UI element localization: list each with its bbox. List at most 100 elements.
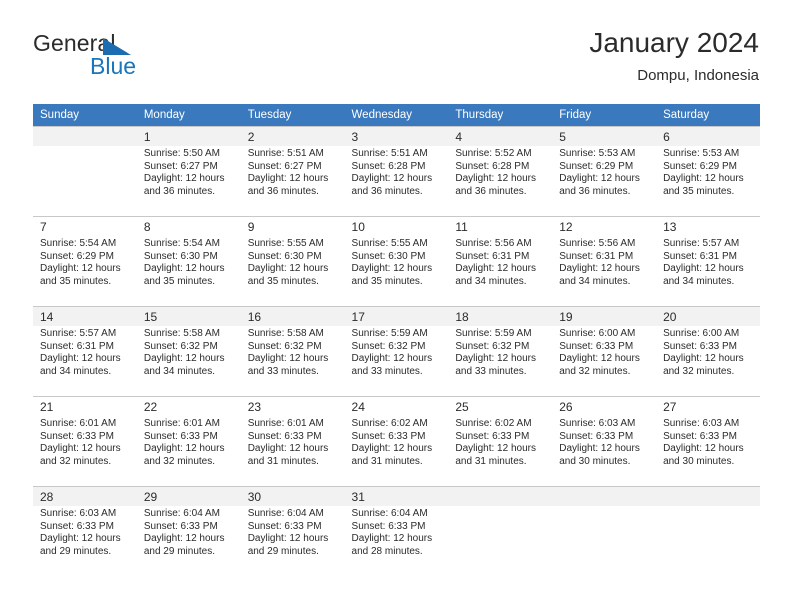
day-number: 28 bbox=[33, 487, 137, 506]
calendar-cell[interactable]: 29 Sunrise: 6:04 AM Sunset: 6:33 PM Dayligh… bbox=[136, 486, 241, 576]
calendar-cell-inner: 30 Sunrise: 6:04 AM Sunset: 6:33 PM Dayligh… bbox=[240, 486, 345, 576]
title-block: January 2024 Dompu, Indonesia bbox=[589, 26, 759, 87]
day-number: 5 bbox=[552, 127, 657, 146]
calendar-cell[interactable]: 1 Sunrise: 5:50 AM Sunset: 6:27 PM Daylight… bbox=[136, 126, 241, 216]
calendar-cell-inner: 1 Sunrise: 5:50 AM Sunset: 6:27 PM Daylight… bbox=[136, 126, 241, 216]
calendar-cell[interactable]: 11 Sunrise: 5:56 AM Sunset: 6:31 PM Dayligh… bbox=[448, 216, 553, 306]
calendar-cell[interactable]: 20 Sunrise: 6:00 AM Sunset: 6:33 PM Dayligh… bbox=[656, 306, 760, 396]
detail-sunset: Sunset: 6:33 PM bbox=[143, 430, 218, 442]
page-title: January 2024 bbox=[589, 27, 759, 58]
detail-daylight1: Daylight: 12 hours bbox=[247, 263, 329, 275]
calendar-cell[interactable]: 10 Sunrise: 5:55 AM Sunset: 6:30 PM Dayligh… bbox=[344, 216, 449, 306]
detail-sunset: Sunset: 6:33 PM bbox=[455, 430, 530, 442]
detail-daylight2: and 35 minutes. bbox=[663, 185, 735, 197]
detail-daylight1: Daylight: 12 hours bbox=[247, 443, 329, 455]
calendar-cell[interactable]: 22 Sunrise: 6:01 AM Sunset: 6:33 PM Dayligh… bbox=[136, 396, 241, 486]
calendar-cell[interactable]: 30 Sunrise: 6:04 AM Sunset: 6:33 PM Dayligh… bbox=[240, 486, 345, 576]
calendar-cell[interactable]: 12 Sunrise: 5:56 AM Sunset: 6:31 PM Dayligh… bbox=[552, 216, 657, 306]
sun-details: Sunrise: 6:00 AM Sunset: 6:33 PM Daylight:… bbox=[656, 326, 760, 378]
detail-sunrise: Sunrise: 5:51 AM bbox=[351, 148, 428, 159]
calendar-cell[interactable]: 6 Sunrise: 5:53 AM Sunset: 6:29 PM Daylight… bbox=[656, 126, 760, 216]
calendar-cell[interactable]: 16 Sunrise: 5:58 AM Sunset: 6:32 PM Dayligh… bbox=[240, 306, 345, 396]
calendar-cell-inner: 4 Sunrise: 5:52 AM Sunset: 6:28 PM Daylight… bbox=[448, 126, 553, 216]
sun-details: Sunrise: 6:01 AM Sunset: 6:33 PM Daylight:… bbox=[241, 416, 345, 468]
day-number: 30 bbox=[240, 487, 345, 506]
calendar-cell-inner: 7 Sunrise: 5:54 AM Sunset: 6:29 PM Daylight… bbox=[33, 216, 137, 306]
detail-daylight2: and 29 minutes. bbox=[40, 545, 112, 557]
detail-daylight2: and 36 minutes. bbox=[247, 185, 319, 197]
detail-sunset: Sunset: 6:29 PM bbox=[40, 250, 114, 262]
weekday-header-sunday: Sunday bbox=[33, 104, 137, 126]
calendar-cell[interactable]: 28 Sunrise: 6:03 AM Sunset: 6:33 PM Dayligh… bbox=[33, 486, 137, 576]
calendar-week-row: 21 Sunrise: 6:01 AM Sunset: 6:33 PM Dayligh… bbox=[33, 396, 760, 486]
calendar-cell-inner: 21 Sunrise: 6:01 AM Sunset: 6:33 PM Dayligh… bbox=[33, 396, 137, 486]
page-header: General Blue January 2024 Dompu, Indones… bbox=[33, 26, 759, 96]
brand-logo[interactable]: General Blue bbox=[33, 30, 253, 88]
calendar-cell[interactable]: 4 Sunrise: 5:52 AM Sunset: 6:28 PM Daylight… bbox=[448, 126, 553, 216]
day-number: 14 bbox=[33, 307, 137, 326]
calendar-cell[interactable]: 9 Sunrise: 5:55 AM Sunset: 6:30 PM Daylight… bbox=[240, 216, 345, 306]
calendar-week-row: 28 Sunrise: 6:03 AM Sunset: 6:33 PM Dayligh… bbox=[33, 486, 760, 576]
calendar-cell[interactable]: 5 Sunrise: 5:53 AM Sunset: 6:29 PM Daylight… bbox=[552, 126, 657, 216]
detail-sunrise: Sunrise: 5:59 AM bbox=[455, 328, 532, 339]
calendar-cell[interactable]: 14 Sunrise: 5:57 AM Sunset: 6:31 PM Dayligh… bbox=[33, 306, 137, 396]
day-number: 12 bbox=[552, 217, 657, 236]
calendar-cell[interactable]: 27 Sunrise: 6:03 AM Sunset: 6:33 PM Dayligh… bbox=[656, 396, 760, 486]
detail-daylight1: Daylight: 12 hours bbox=[351, 173, 433, 185]
detail-daylight1: Daylight: 12 hours bbox=[247, 173, 329, 185]
day-number: 15 bbox=[136, 307, 241, 326]
weekday-header-friday: Friday bbox=[552, 104, 657, 126]
sun-details: Sunrise: 5:59 AM Sunset: 6:32 PM Daylight:… bbox=[345, 326, 449, 378]
detail-daylight1: Daylight: 12 hours bbox=[559, 263, 640, 275]
calendar-cell[interactable]: 7 Sunrise: 5:54 AM Sunset: 6:29 PM Daylight… bbox=[33, 216, 137, 306]
detail-sunrise: Sunrise: 5:54 AM bbox=[40, 238, 117, 249]
calendar-cell[interactable]: 31 Sunrise: 6:04 AM Sunset: 6:33 PM Dayligh… bbox=[344, 486, 449, 576]
detail-daylight1: Daylight: 12 hours bbox=[40, 353, 121, 365]
calendar-cell[interactable]: 15 Sunrise: 5:58 AM Sunset: 6:32 PM Dayligh… bbox=[136, 306, 241, 396]
detail-daylight1: Daylight: 12 hours bbox=[247, 353, 329, 365]
detail-sunrise: Sunrise: 6:04 AM bbox=[143, 508, 220, 519]
detail-sunrise: Sunrise: 6:03 AM bbox=[559, 418, 636, 429]
calendar-cell-inner: 19 Sunrise: 6:00 AM Sunset: 6:33 PM Dayligh… bbox=[552, 306, 657, 396]
calendar-cell-inner: 14 Sunrise: 5:57 AM Sunset: 6:31 PM Dayligh… bbox=[33, 306, 137, 396]
detail-sunset: Sunset: 6:33 PM bbox=[247, 430, 322, 442]
detail-sunrise: Sunrise: 5:54 AM bbox=[143, 238, 220, 249]
calendar-cell[interactable]: 25 Sunrise: 6:02 AM Sunset: 6:33 PM Dayligh… bbox=[448, 396, 553, 486]
calendar-cell[interactable]: 18 Sunrise: 5:59 AM Sunset: 6:32 PM Dayligh… bbox=[448, 306, 553, 396]
detail-daylight2: and 34 minutes. bbox=[663, 275, 735, 287]
calendar-cell[interactable]: 2 Sunrise: 5:51 AM Sunset: 6:27 PM Daylight… bbox=[240, 126, 345, 216]
calendar-cell[interactable]: 17 Sunrise: 5:59 AM Sunset: 6:32 PM Dayligh… bbox=[344, 306, 449, 396]
calendar-cell-inner bbox=[552, 486, 657, 576]
calendar-cell-inner: 24 Sunrise: 6:02 AM Sunset: 6:33 PM Dayligh… bbox=[344, 396, 449, 486]
detail-sunset: Sunset: 6:31 PM bbox=[455, 250, 530, 262]
calendar-page: General Blue January 2024 Dompu, Indones… bbox=[0, 0, 792, 612]
calendar-cell-inner: 17 Sunrise: 5:59 AM Sunset: 6:32 PM Dayligh… bbox=[344, 306, 449, 396]
calendar-cell-inner: 26 Sunrise: 6:03 AM Sunset: 6:33 PM Dayligh… bbox=[552, 396, 657, 486]
detail-sunset: Sunset: 6:33 PM bbox=[663, 340, 737, 352]
calendar-cell-inner: 9 Sunrise: 5:55 AM Sunset: 6:30 PM Daylight… bbox=[240, 216, 345, 306]
detail-daylight1: Daylight: 12 hours bbox=[351, 443, 433, 455]
calendar-cell-inner: 22 Sunrise: 6:01 AM Sunset: 6:33 PM Dayligh… bbox=[136, 396, 241, 486]
detail-sunset: Sunset: 6:31 PM bbox=[663, 250, 737, 262]
detail-daylight1: Daylight: 12 hours bbox=[455, 173, 536, 185]
calendar-cell[interactable]: 23 Sunrise: 6:01 AM Sunset: 6:33 PM Dayligh… bbox=[240, 396, 345, 486]
calendar-cell[interactable]: 24 Sunrise: 6:02 AM Sunset: 6:33 PM Dayligh… bbox=[344, 396, 449, 486]
detail-daylight2: and 31 minutes. bbox=[247, 455, 319, 467]
detail-sunrise: Sunrise: 5:56 AM bbox=[559, 238, 636, 249]
sun-details: Sunrise: 5:52 AM Sunset: 6:28 PM Daylight:… bbox=[448, 146, 552, 198]
calendar-cell[interactable]: 26 Sunrise: 6:03 AM Sunset: 6:33 PM Dayligh… bbox=[552, 396, 657, 486]
calendar-cell-inner: 23 Sunrise: 6:01 AM Sunset: 6:33 PM Dayligh… bbox=[240, 396, 345, 486]
detail-daylight1: Daylight: 12 hours bbox=[559, 353, 640, 365]
calendar-cell bbox=[448, 486, 553, 576]
sun-details: Sunrise: 5:57 AM Sunset: 6:31 PM Daylight:… bbox=[33, 326, 137, 378]
weekday-header-saturday: Saturday bbox=[656, 104, 760, 126]
calendar-cell-inner bbox=[33, 126, 137, 216]
day-number: 3 bbox=[344, 127, 449, 146]
calendar-cell[interactable]: 21 Sunrise: 6:01 AM Sunset: 6:33 PM Dayligh… bbox=[33, 396, 137, 486]
calendar-cell[interactable]: 8 Sunrise: 5:54 AM Sunset: 6:30 PM Daylight… bbox=[136, 216, 241, 306]
calendar-cell[interactable]: 19 Sunrise: 6:00 AM Sunset: 6:33 PM Dayligh… bbox=[552, 306, 657, 396]
detail-daylight1: Daylight: 12 hours bbox=[559, 173, 640, 185]
detail-daylight2: and 35 minutes. bbox=[40, 275, 112, 287]
calendar-cell[interactable]: 3 Sunrise: 5:51 AM Sunset: 6:28 PM Daylight… bbox=[344, 126, 449, 216]
calendar-cell[interactable]: 13 Sunrise: 5:57 AM Sunset: 6:31 PM Dayligh… bbox=[656, 216, 760, 306]
